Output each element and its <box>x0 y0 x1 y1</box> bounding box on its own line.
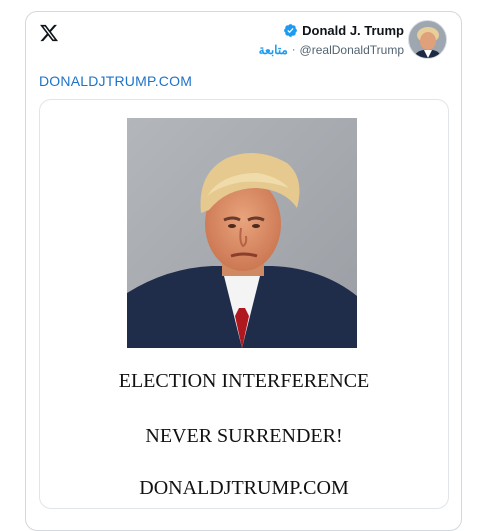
follow-button[interactable]: متابعة <box>259 43 288 57</box>
separator-dot: · <box>291 43 296 56</box>
avatar[interactable] <box>408 20 447 59</box>
author-handle[interactable]: @realDonaldTrump <box>300 43 404 57</box>
author-sub-row: متابعة · @realDonaldTrump <box>259 41 404 59</box>
author-text: Donald J. Trump متابعة · @realDonaldTrum… <box>259 21 404 59</box>
mugshot-photo <box>127 118 357 348</box>
author-block[interactable]: Donald J. Trump متابعة · @realDonaldTrum… <box>259 20 447 59</box>
author-display-name[interactable]: Donald J. Trump <box>302 23 404 38</box>
poster-line-2: NEVER SURRENDER! <box>145 425 343 447</box>
x-logo-icon[interactable] <box>39 23 59 43</box>
tweet-embed-card: Donald J. Trump متابعة · @realDonaldTrum… <box>25 11 462 531</box>
poster-line-3: DONALDJTRUMP.COM <box>139 477 349 499</box>
poster-line-1: ELECTION INTERFERENCE <box>118 370 370 392</box>
verified-badge-icon <box>284 24 298 37</box>
name-row: Donald J. Trump <box>283 21 404 41</box>
website-link[interactable]: DONALDJTRUMP.COM <box>39 73 192 89</box>
media-card[interactable]: ELECTION INTERFERENCE NEVER SURRENDER! D… <box>39 99 449 509</box>
avatar-portrait-image <box>409 21 446 58</box>
mugshot-image <box>127 118 357 348</box>
